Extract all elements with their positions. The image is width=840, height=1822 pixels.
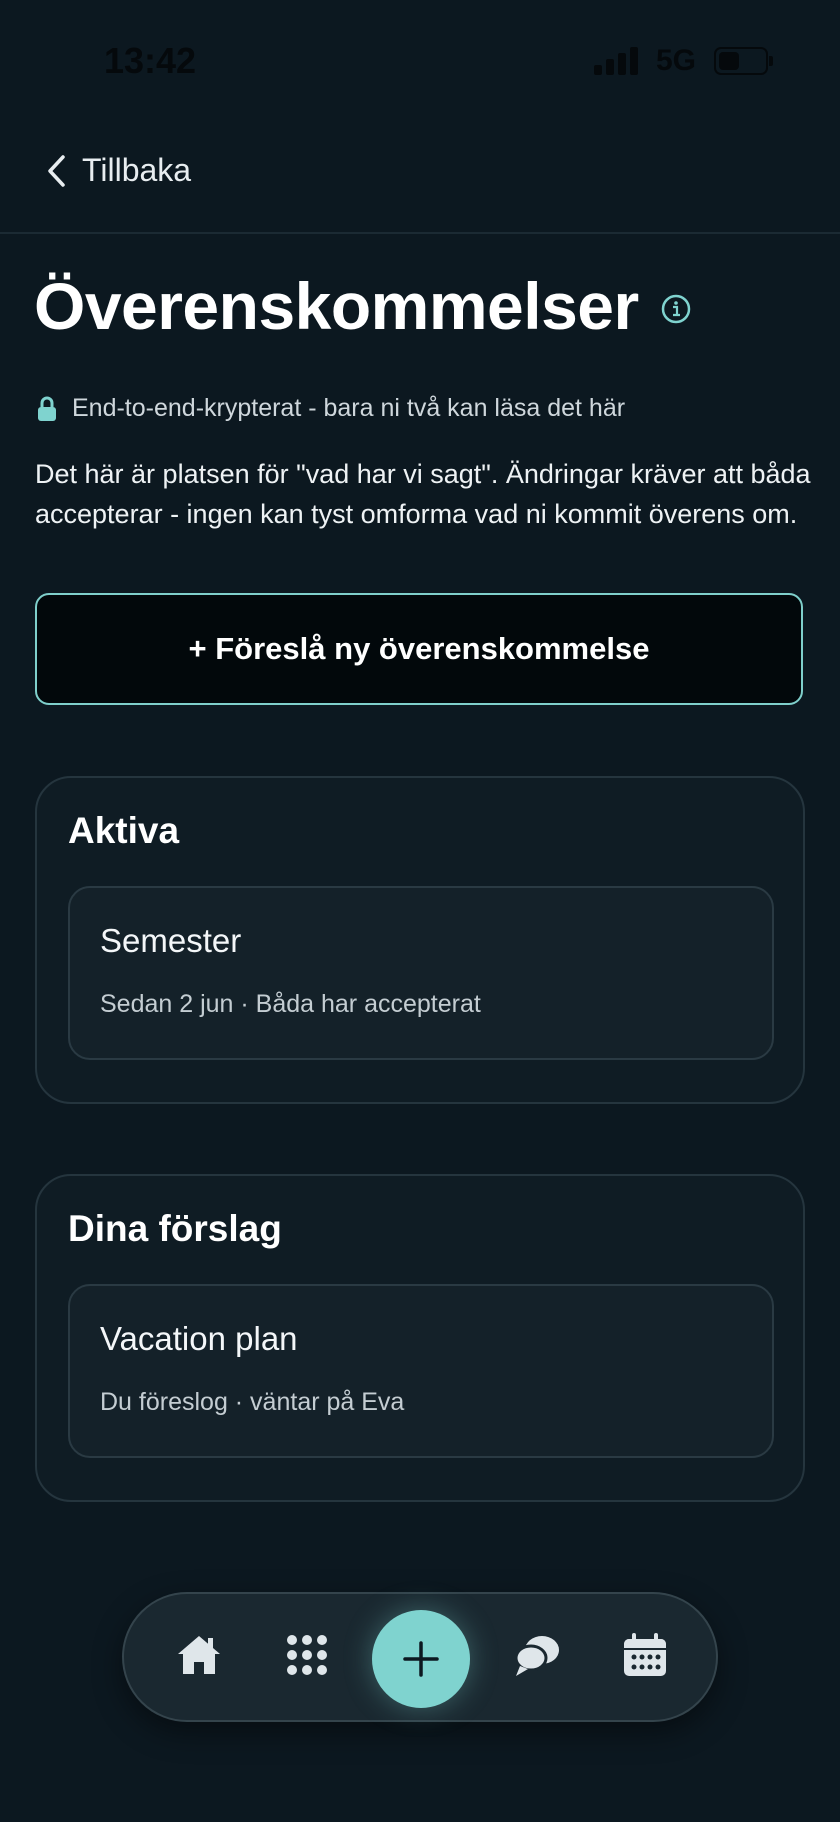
chevron-left-icon	[48, 154, 65, 187]
propose-agreement-button[interactable]: + Föreslå ny överenskommelse	[35, 593, 803, 705]
signal-icon	[593, 47, 638, 75]
apps-grid-icon[interactable]	[282, 1630, 332, 1680]
page-title: Överenskommelser	[34, 269, 639, 343]
home-icon[interactable]	[174, 1630, 224, 1680]
plus-icon	[403, 1641, 439, 1677]
battery-icon	[714, 47, 773, 75]
encryption-note: End-to-end-krypterat - bara ni två kan l…	[36, 394, 625, 423]
page-description: Det här är platsen för "vad har vi sagt"…	[35, 459, 811, 529]
lock-icon	[38, 396, 56, 421]
section-title: Aktiva	[68, 810, 180, 851]
back-label: Tillbaka	[82, 152, 192, 188]
encryption-text: End-to-end-krypterat - bara ni två kan l…	[72, 394, 626, 422]
agreement-item[interactable]: Semester Sedan 2 jun · Båda har accepter…	[68, 886, 774, 1060]
header-divider	[0, 232, 840, 234]
calendar-icon[interactable]	[620, 1630, 670, 1680]
page-title-row: Överenskommelser	[34, 268, 691, 344]
add-button[interactable]	[372, 1610, 470, 1708]
status-bar: 13:42 5G	[0, 0, 840, 120]
propose-agreement-label: + Föreslå ny överenskommelse	[188, 631, 650, 666]
section-your-proposals: Dina förslag Vacation plan Du föreslog ·…	[35, 1174, 805, 1502]
chat-icon[interactable]	[512, 1630, 562, 1680]
agreement-title: Semester	[100, 922, 242, 959]
agreement-meta: Sedan 2 jun · Båda har accepterat	[100, 990, 481, 1018]
proposal-item[interactable]: Vacation plan Du föreslog · väntar på Ev…	[68, 1284, 774, 1458]
bottom-nav	[122, 1592, 718, 1722]
status-indicators: 5G	[593, 44, 773, 78]
section-title: Dina förslag	[68, 1208, 282, 1249]
status-time: 13:42	[104, 40, 197, 81]
section-active: Aktiva Semester Sedan 2 jun · Båda har a…	[35, 776, 805, 1104]
info-icon[interactable]	[661, 294, 691, 324]
network-label: 5G	[655, 44, 696, 77]
back-button[interactable]: Tillbaka	[46, 152, 191, 189]
proposal-meta: Du föreslog · väntar på Eva	[100, 1388, 405, 1416]
proposal-title: Vacation plan	[100, 1320, 298, 1357]
